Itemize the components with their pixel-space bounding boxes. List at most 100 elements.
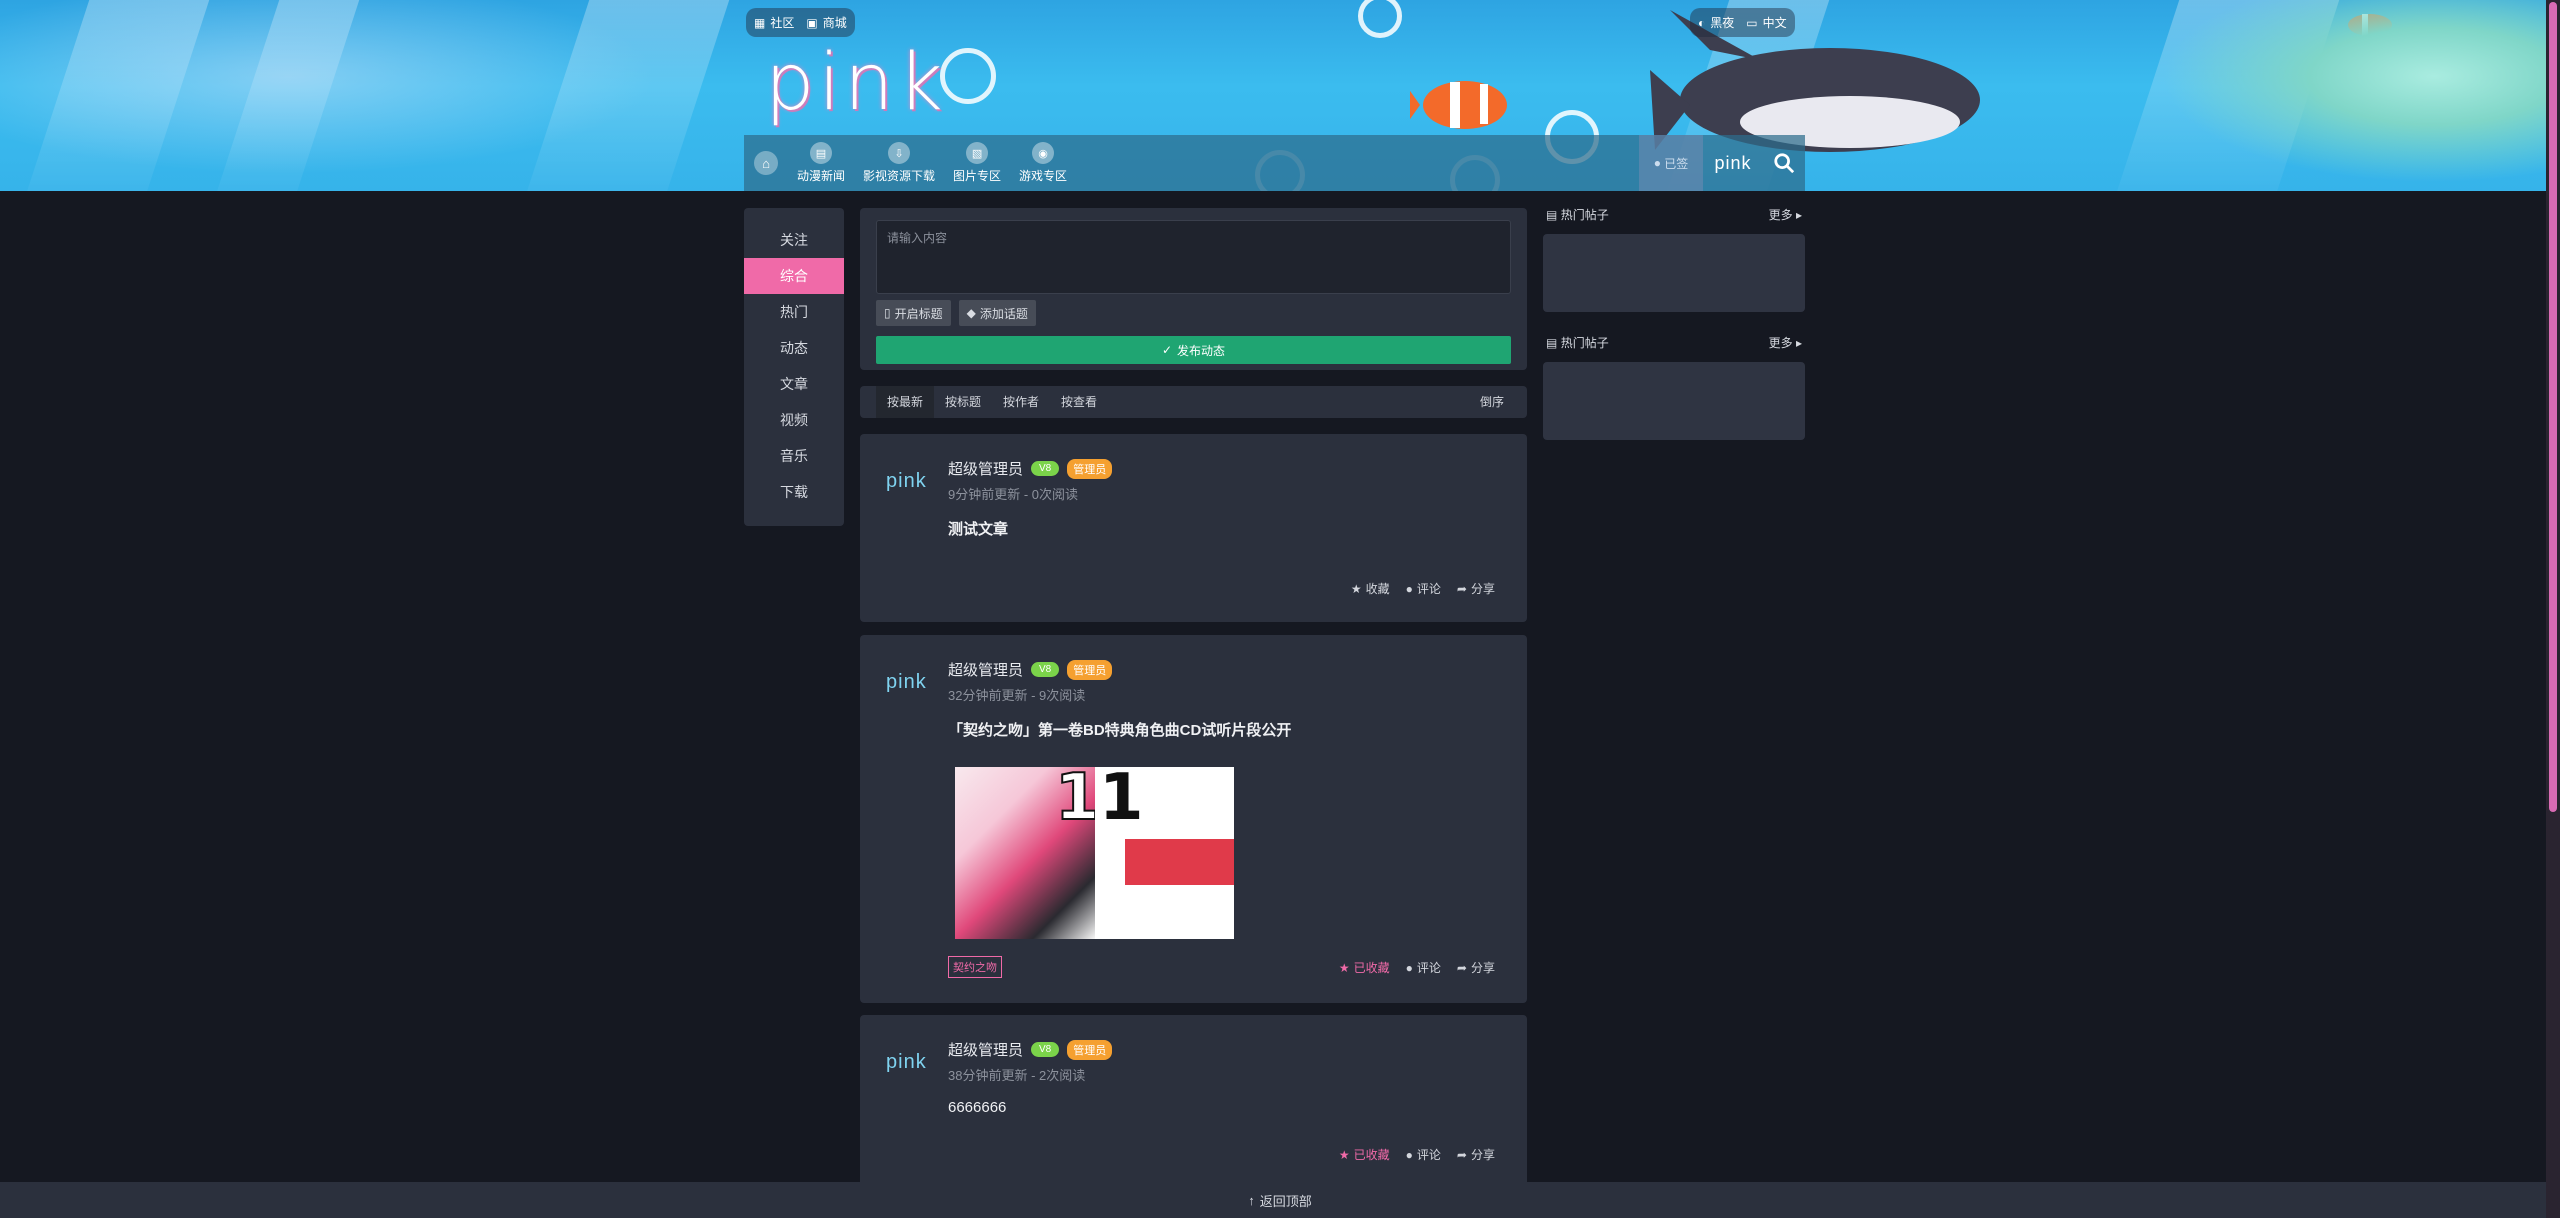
sort-views[interactable]: 按查看 — [1050, 386, 1108, 418]
pin-icon: ● — [1653, 156, 1661, 170]
post-card: pink 超级管理员 V8 管理员 32分钟前更新 - 9次阅读 「契约之吻」第一卷… — [860, 635, 1527, 1003]
publish-button[interactable]: ✓ 发布动态 — [876, 336, 1511, 364]
site-logo[interactable]: pink — [765, 38, 947, 128]
enable-title-button[interactable]: ▯ 开启标题 — [876, 300, 951, 326]
scrollbar-thumb[interactable] — [2549, 2, 2557, 812]
more-link[interactable]: 更多 ▸ — [1769, 206, 1802, 223]
topic-tag[interactable]: 契约之吻 — [948, 956, 1002, 978]
bd-cover-image: 1 — [955, 767, 1101, 939]
search-button[interactable] — [1763, 152, 1805, 174]
topbar-right: ◐ 黑夜 ▭ 中文 — [1690, 8, 1795, 37]
signin-button[interactable]: ● 已签 — [1639, 135, 1703, 191]
hot-posts-widget: ▤ 热门帖子 更多 ▸ — [1543, 204, 1805, 312]
hot-posts-list — [1543, 234, 1805, 312]
night-mode-toggle[interactable]: ◐ 黑夜 — [1698, 10, 1734, 35]
language-icon: ▭ — [1746, 15, 1758, 30]
comment-icon: ● — [1405, 960, 1413, 975]
comment-button[interactable]: ● 评论 — [1406, 580, 1441, 597]
picture-icon: ▧ — [966, 142, 989, 164]
post-image[interactable]: 1 1 — [955, 767, 1234, 939]
bd-info-image: 1 — [1095, 767, 1234, 939]
level-badge: V8 — [1031, 461, 1060, 476]
more-link[interactable]: 更多 ▸ — [1769, 334, 1802, 351]
sort-latest[interactable]: 按最新 — [876, 386, 935, 418]
author-avatar[interactable]: pink — [886, 1051, 927, 1074]
leftnav-music[interactable]: 音乐 — [744, 438, 844, 474]
star-icon: ★ — [1350, 581, 1362, 596]
author-avatar[interactable]: pink — [886, 470, 927, 493]
nav-video-download[interactable]: ⇩ 影视资源下载 — [854, 142, 944, 184]
share-button[interactable]: ➦ 分享 — [1457, 959, 1495, 976]
share-icon: ➦ — [1456, 581, 1467, 596]
home-button[interactable]: ⌂ — [744, 135, 788, 191]
leftnav-hot[interactable]: 热门 — [744, 294, 844, 330]
inbox-icon: ▤ — [1546, 207, 1558, 222]
author-name[interactable]: 超级管理员 — [948, 1039, 1023, 1060]
community-link[interactable]: ▦ 社区 — [754, 10, 794, 35]
leftnav-general[interactable]: 综合 — [744, 258, 844, 294]
nav-games[interactable]: ◉ 游戏专区 — [1010, 142, 1076, 184]
sort-title[interactable]: 按标题 — [934, 386, 992, 418]
favorite-button[interactable]: ★ 已收藏 — [1339, 1146, 1390, 1163]
add-topic-button[interactable]: ◆ 添加话题 — [958, 300, 1036, 326]
favorite-button[interactable]: ★ 已收藏 — [1339, 959, 1390, 976]
comment-icon: ● — [1405, 1147, 1413, 1162]
community-icon: ▦ — [754, 15, 766, 30]
post-composer: 请输入内容 ▯ 开启标题 ◆ 添加话题 ✓ 发布动态 — [860, 208, 1527, 370]
search-icon — [1774, 153, 1795, 174]
inbox-icon: ▤ — [1546, 335, 1558, 350]
author-avatar[interactable]: pink — [886, 671, 927, 694]
favorite-button[interactable]: ★ 收藏 — [1351, 580, 1390, 597]
check-icon: ✓ — [1161, 343, 1173, 357]
share-button[interactable]: ➦ 分享 — [1457, 1146, 1495, 1163]
author-name[interactable]: 超级管理员 — [948, 659, 1023, 680]
star-icon: ★ — [1338, 1147, 1350, 1162]
post-title[interactable]: 「契约之吻」第一卷BD特典角色曲CD试听片段公开 — [948, 719, 1291, 740]
main-navbar: ⌂ ▤ 动漫新闻 ⇩ 影视资源下载 ▧ 图片专区 ◉ 游戏专区 ● 已签 pink — [744, 135, 1805, 191]
level-badge: V8 — [1031, 662, 1060, 677]
file-icon: ▯ — [884, 306, 891, 320]
author-name[interactable]: 超级管理员 — [948, 458, 1023, 479]
post-title[interactable]: 测试文章 — [948, 518, 1008, 539]
post-meta: 32分钟前更新 - 9次阅读 — [948, 688, 1086, 703]
sort-author[interactable]: 按作者 — [992, 386, 1050, 418]
post-card: pink 超级管理员 V8 管理员 9分钟前更新 - 0次阅读 测试文章 ★ 收藏 ●… — [860, 434, 1527, 622]
share-icon: ➦ — [1456, 1147, 1467, 1162]
page-scrollbar[interactable] — [2546, 0, 2560, 1218]
bag-icon: ▣ — [806, 15, 818, 30]
content-input[interactable]: 请输入内容 — [876, 220, 1511, 294]
leftnav-article[interactable]: 文章 — [744, 366, 844, 402]
nav-anime-news[interactable]: ▤ 动漫新闻 — [788, 142, 854, 184]
comment-icon: ● — [1405, 581, 1413, 596]
back-to-top-button[interactable]: ↑ 返回顶部 — [0, 1182, 2560, 1218]
leftnav-dynamic[interactable]: 动态 — [744, 330, 844, 366]
language-switch[interactable]: ▭ 中文 — [1746, 10, 1786, 35]
leftnav-download[interactable]: 下载 — [744, 474, 844, 510]
comment-button[interactable]: ● 评论 — [1406, 1146, 1441, 1163]
share-icon: ➦ — [1456, 960, 1467, 975]
news-icon: ▤ — [810, 142, 832, 164]
user-avatar[interactable]: pink — [1703, 153, 1763, 174]
nav-pictures[interactable]: ▧ 图片专区 — [944, 142, 1010, 184]
widget-title: ▤ 热门帖子 — [1546, 207, 1609, 222]
leftnav-follow[interactable]: 关注 — [744, 222, 844, 258]
home-icon: ⌂ — [754, 151, 778, 175]
sort-reverse[interactable]: 倒序 — [1469, 386, 1515, 418]
mall-link[interactable]: ▣ 商城 — [806, 10, 846, 35]
share-button[interactable]: ➦ 分享 — [1457, 580, 1495, 597]
gamepad-icon: ◉ — [1032, 142, 1055, 164]
role-badge: 管理员 — [1067, 1039, 1113, 1060]
role-badge: 管理员 — [1067, 458, 1113, 479]
left-category-nav: 关注 综合 热门 动态 文章 视频 音乐 下载 — [744, 208, 844, 526]
clownfish-illustration — [1410, 81, 1507, 129]
widget-title: ▤ 热门帖子 — [1546, 335, 1609, 350]
moon-icon: ◐ — [1698, 15, 1706, 30]
level-badge: V8 — [1031, 1042, 1060, 1057]
caret-right-icon: ▸ — [1795, 207, 1802, 222]
jellyfish-illustration — [0, 0, 720, 191]
post-content[interactable]: 6666666 — [948, 1099, 1006, 1116]
star-icon: ★ — [1338, 960, 1350, 975]
comment-button[interactable]: ● 评论 — [1406, 959, 1441, 976]
caret-right-icon: ▸ — [1795, 335, 1802, 350]
leftnav-video[interactable]: 视频 — [744, 402, 844, 438]
